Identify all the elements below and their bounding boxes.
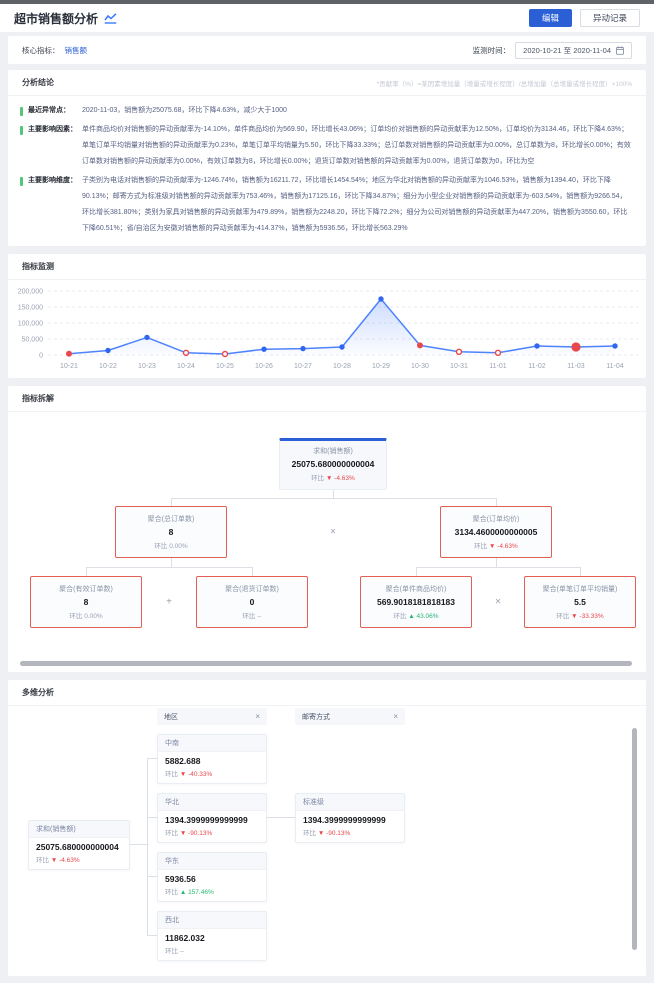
- svg-text:10-21: 10-21: [60, 363, 78, 370]
- monitor-time-label: 监测时间：: [473, 45, 511, 56]
- conclusion-item-text: 子类别为电话对销售额的异动贡献率为-1246.74%，销售额为16211.72，…: [82, 173, 632, 237]
- svg-text:10-23: 10-23: [138, 363, 156, 370]
- green-bullet-bar: [20, 107, 23, 116]
- monitor-section: 指标监测 0 50,000 100,000 150,000 200,000 10-21 10…: [8, 254, 646, 378]
- multidim-node-central-south[interactable]: 中南 5882.688 环比 ▼ -40.33%: [157, 734, 267, 784]
- conclusion-item-dimensions: 主要影响维度： 子类别为电话对销售额的异动贡献率为-1246.74%，销售额为1…: [20, 173, 632, 237]
- decomp-node-avg-order-price[interactable]: 聚合(订单均价) 3134.4600000000005 环比 ▼ -4.63%: [440, 506, 552, 558]
- svg-text:11-04: 11-04: [606, 363, 623, 370]
- core-metric-label: 核心指标：: [22, 45, 60, 56]
- trend-arrow-icon: ▼: [180, 771, 186, 778]
- svg-text:10-26: 10-26: [255, 363, 273, 370]
- trend-arrow-icon: ▼: [571, 613, 577, 620]
- svg-text:10-25: 10-25: [216, 363, 234, 370]
- contribution-formula-note: *贡献率（%）=某因素增加量（增量或增长程度）/总增加量（总增量或增长程度）×1…: [377, 78, 632, 88]
- decomp-node-sales-sum[interactable]: 求和(销售额) 25075.680000000004 环比 ▼ -4.63%: [279, 438, 387, 490]
- conclusion-item-text: 单件商品均价对销售额的异动贡献率为-14.10%，单件商品均价为569.90，环…: [82, 122, 632, 170]
- operator-multiply: ×: [495, 597, 501, 608]
- multidim-node-east-china[interactable]: 华东 5936.56 环比 ▲ 157.46%: [157, 852, 267, 902]
- decomp-node-return-orders[interactable]: 聚合(退货订单数) 0 环比 --: [196, 576, 308, 628]
- close-icon[interactable]: ×: [255, 712, 260, 721]
- svg-text:10-29: 10-29: [372, 363, 390, 370]
- svg-text:10-22: 10-22: [99, 363, 117, 370]
- conclusion-section: 分析结论 *贡献率（%）=某因素增加量（增量或增长程度）/总增加量（总增量或增长…: [8, 70, 646, 246]
- change-records-button[interactable]: 异动记录: [580, 9, 640, 28]
- conclusion-item-factors: 主要影响因素： 单件商品均价对销售额的异动贡献率为-14.10%，单件商品均价为…: [20, 122, 632, 170]
- line-chart-icon: [104, 13, 117, 24]
- filter-bar: 核心指标： 销售额 监测时间： 2020-10-21 至 2020-11-04: [8, 36, 646, 64]
- multidim-node-northwest[interactable]: 西北 11862.032 环比 --: [157, 911, 267, 961]
- operator-plus: +: [166, 597, 172, 608]
- svg-text:150,000: 150,000: [18, 305, 43, 312]
- page-title: 超市销售额分析: [14, 10, 98, 27]
- green-bullet-bar: [20, 126, 23, 135]
- multidim-node-north-china[interactable]: 华北 1394.3999999999999 环比 ▼ -90.13%: [157, 793, 267, 843]
- multidim-node-standard-class[interactable]: 标准级 1394.3999999999999 环比 ▼ -90.13%: [295, 793, 405, 843]
- trend-arrow-icon: ▼: [318, 830, 324, 837]
- trend-arrow-icon: ▼: [489, 543, 495, 550]
- decomp-node-avg-qty-per-order[interactable]: 聚合(单笔订单平均销量) 5.5 环比 ▼ -33.33%: [524, 576, 636, 628]
- dimension-pill-region: 地区 ×: [157, 708, 267, 725]
- calendar-icon: [616, 46, 624, 55]
- decomp-node-total-orders[interactable]: 聚合(总订单数) 8 环比 0.00%: [115, 506, 227, 558]
- svg-text:11-03: 11-03: [567, 363, 584, 370]
- svg-text:200,000: 200,000: [18, 289, 43, 296]
- decomp-node-item-avg-price[interactable]: 聚合(单件商品均价) 569.9018181818183 环比 ▲ 43.06%: [360, 576, 472, 628]
- svg-text:10-28: 10-28: [333, 363, 351, 370]
- svg-text:10-24: 10-24: [177, 363, 195, 370]
- decomposition-title: 指标拆解: [22, 393, 54, 404]
- svg-text:10-30: 10-30: [411, 363, 429, 370]
- conclusion-item-anomaly: 最近异常点： 2020-11-03，销售额为25075.68，环比下降4.63%…: [20, 103, 632, 119]
- dimension-pill-ship-mode: 邮寄方式 ×: [295, 708, 405, 725]
- conclusion-title: 分析结论: [22, 77, 54, 88]
- decomposition-section: 指标拆解 × + × 求和(销售额) 25075.680000000004 环比: [8, 386, 646, 672]
- conclusion-item-label: 主要影响因素：: [28, 122, 82, 138]
- multidim-section: 多维分析 地区 × 邮寄方式 × 求和(销售额) 25075.680000000…: [8, 680, 646, 976]
- core-metric-value[interactable]: 销售额: [65, 45, 88, 56]
- svg-text:11-02: 11-02: [528, 363, 545, 370]
- trend-arrow-icon: ▲: [408, 613, 414, 620]
- svg-text:10-27: 10-27: [294, 363, 312, 370]
- svg-text:10-31: 10-31: [450, 363, 468, 370]
- svg-text:11-01: 11-01: [489, 363, 506, 370]
- conclusion-item-label: 最近异常点：: [28, 103, 82, 119]
- top-bar: 超市销售额分析 编辑 异动记录: [0, 4, 654, 32]
- svg-text:0: 0: [39, 353, 43, 360]
- trend-arrow-icon: ▲: [180, 889, 186, 896]
- operator-multiply: ×: [330, 527, 336, 538]
- multidim-title: 多维分析: [22, 687, 54, 698]
- green-bullet-bar: [20, 177, 23, 186]
- edit-button[interactable]: 编辑: [529, 9, 572, 28]
- trend-arrow-icon: ▼: [180, 830, 186, 837]
- conclusion-item-label: 主要影响维度：: [28, 173, 82, 189]
- vertical-scrollbar[interactable]: [632, 728, 637, 950]
- monitor-title: 指标监测: [22, 261, 54, 272]
- horizontal-scrollbar[interactable]: [20, 661, 632, 666]
- trend-arrow-icon: ▼: [51, 857, 57, 864]
- conclusion-item-text: 2020-11-03，销售额为25075.68，环比下降4.63%，减少大于10…: [82, 103, 632, 119]
- date-range-picker[interactable]: 2020-10-21 至 2020-11-04: [515, 42, 632, 59]
- date-range-value: 2020-10-21 至 2020-11-04: [523, 45, 611, 56]
- decomp-node-valid-orders[interactable]: 聚合(有效订单数) 8 环比 0.00%: [30, 576, 142, 628]
- svg-text:50,000: 50,000: [22, 337, 44, 344]
- close-icon[interactable]: ×: [393, 712, 398, 721]
- decomposition-tree: × + × 求和(销售额) 25075.680000000004 环比 ▼ -4…: [8, 412, 646, 652]
- multidim-node-sales-sum[interactable]: 求和(销售额) 25075.680000000004 环比 ▼ -4.63%: [28, 820, 130, 870]
- trend-arrow-icon: ▼: [326, 475, 332, 482]
- svg-text:100,000: 100,000: [18, 321, 43, 328]
- multidim-tree: 地区 × 邮寄方式 × 求和(销售额) 25075.680000000004 环…: [8, 706, 646, 968]
- trend-chart[interactable]: 0 50,000 100,000 150,000 200,000 10-21 10-22 10…: [8, 283, 646, 375]
